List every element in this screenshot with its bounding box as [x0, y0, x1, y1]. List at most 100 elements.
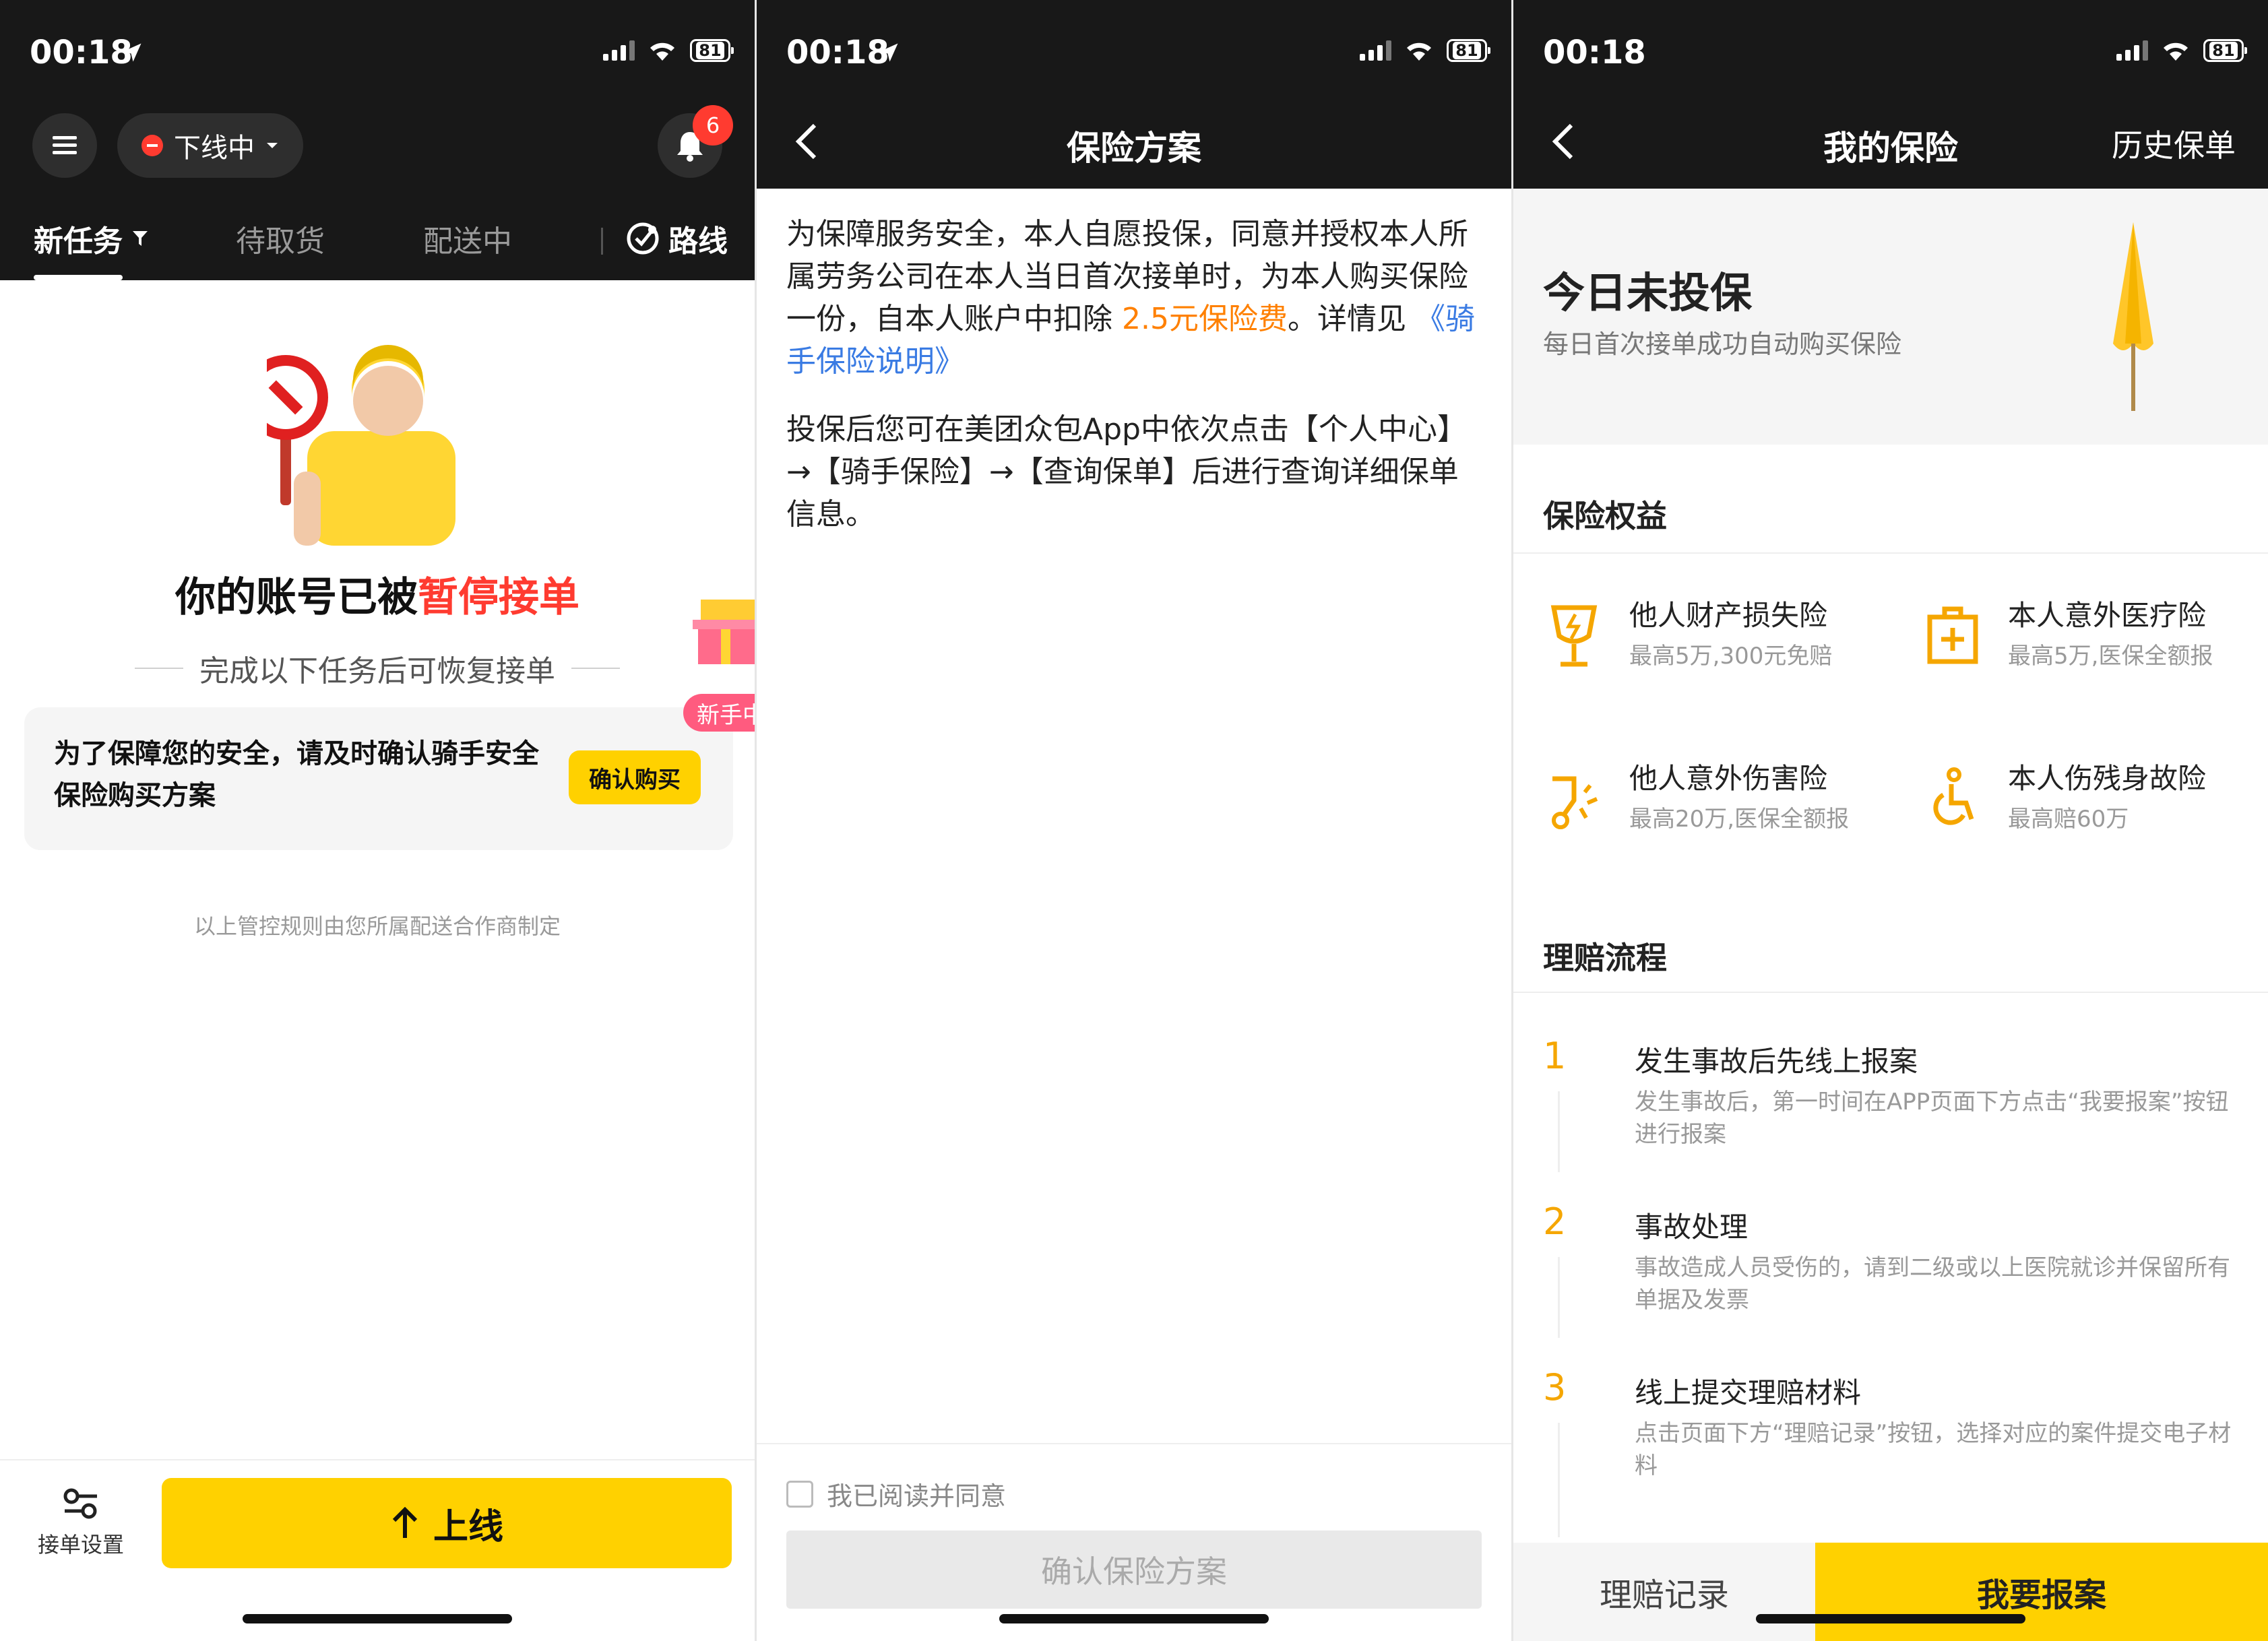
screen-insurance-plan: 00:18 81 保险方案 为保障服务安全，本人自愿投保，同意并授权本人所属劳务…: [757, 0, 1511, 1641]
my-insurance-footer: 理赔记录 我要报案: [1513, 1543, 2268, 1641]
order-settings-label: 接单设置: [37, 1532, 124, 1557]
terms-paragraph-2: 投保后您可在美团众包App中依次点击【个人中心】→【骑手保险】→【查询保单】后进…: [786, 412, 1467, 532]
battery-icon: 81: [690, 39, 734, 62]
tab-pending-pickup[interactable]: 待取货: [236, 217, 325, 260]
suspended-rider-illustration: [267, 345, 455, 546]
status-time: 00:18: [786, 34, 889, 71]
insurance-status-subtitle: 每日首次接单成功自动购买保险: [1543, 329, 1902, 359]
step-desc: 点击页面下方“理赔记录”按钮，选择对应的案件提交电子材料: [1635, 1420, 2232, 1479]
active-tab-indicator: [34, 275, 123, 280]
benefit-title: 他人意外伤害险: [1629, 762, 1828, 795]
benefit-third-party-injury: 他人意外伤害险 最高20万,医保全额报: [1547, 756, 1897, 850]
injury-icon: [1552, 776, 1598, 829]
newbie-gift-label: 新手中: [683, 694, 755, 732]
terms-text-2: 。详情见: [1287, 302, 1416, 336]
agree-label: 我已阅读并同意: [827, 1481, 1007, 1511]
go-online-label: 上线: [433, 1506, 503, 1547]
screen-my-insurance: 00:18 81 我的保险 历史保单 今日未投保 每日首次接单成功自动购买保险 …: [1513, 0, 2268, 1641]
report-claim-button[interactable]: 我要报案: [1815, 1543, 2268, 1641]
step-number: 1: [1543, 1035, 1567, 1077]
benefit-desc: 最高20万,医保全额报: [1629, 806, 1850, 833]
step-number: 3: [1543, 1366, 1567, 1409]
wifi-icon: [1407, 42, 1431, 61]
filter-icon: [133, 231, 148, 246]
insurance-terms: 为保障服务安全，本人自愿投保，同意并授权本人所属劳务公司在本人当日首次接单时，为…: [786, 213, 1482, 561]
tab-new-tasks-label: 新任务: [34, 224, 123, 259]
insurance-task-card: 为了保障您的安全，请及时确认骑手安全保险购买方案 确认购买: [24, 707, 733, 850]
benefit-desc: 最高5万,医保全额报: [2008, 643, 2213, 670]
signal-icon: [1360, 40, 1391, 61]
arrow-up-icon: [392, 1507, 418, 1538]
newbie-gift-widget[interactable]: 新手中: [674, 593, 755, 734]
chevron-down-icon: [267, 143, 278, 148]
suspension-subtitle: 完成以下任务后可恢复接单: [0, 647, 755, 690]
location-arrow-icon: [123, 43, 141, 62]
benefits-heading: 保险权益: [1543, 498, 1667, 534]
wheelchair-icon: [1933, 767, 1974, 825]
screen-tasks: 00:18 81 下线中 6 新任务 待取货 配送中 路线 你的账号已被暂停接单…: [0, 0, 755, 1641]
battery-icon: 81: [1447, 39, 1490, 62]
history-policies-link[interactable]: 历史保单: [2112, 121, 2236, 166]
confirm-plan-button[interactable]: 确认保险方案: [786, 1531, 1482, 1609]
route-label: 路线: [668, 224, 728, 259]
location-arrow-icon: [879, 43, 898, 62]
battery-icon: 81: [2203, 39, 2247, 62]
go-online-button[interactable]: 上线: [162, 1478, 732, 1568]
agree-checkbox[interactable]: [786, 1480, 813, 1508]
status-bar: 00:18 81: [757, 0, 1511, 108]
tab-new-tasks[interactable]: 新任务: [34, 217, 148, 260]
step-desc: 发生事故后，第一时间在APP页面下方点击“我要报案”按钮进行报案: [1635, 1089, 2229, 1148]
plan-header: 00:18 81 保险方案: [757, 0, 1511, 189]
plan-footer: 我已阅读并同意 确认保险方案: [757, 1443, 1511, 1641]
claims-divider: [1513, 992, 2268, 993]
insurance-task-text: 为了保障您的安全，请及时确认骑手安全保险购买方案: [54, 738, 539, 811]
status-time: 00:18: [30, 34, 133, 71]
home-indicator: [1756, 1614, 2025, 1623]
claims-record-button[interactable]: 理赔记录: [1513, 1543, 1815, 1641]
signal-icon: [2116, 40, 2148, 61]
step-title: 事故处理: [1635, 1211, 1749, 1244]
home-indicator: [243, 1614, 512, 1623]
status-time: 00:18: [1543, 34, 1646, 71]
wifi-icon: [2164, 42, 2188, 61]
offline-indicator-icon: [141, 135, 163, 156]
insurance-fee: 2.5元保险费: [1122, 302, 1288, 336]
menu-button[interactable]: [32, 113, 97, 178]
suspension-title-text: 你的账号已被: [175, 574, 418, 621]
suspension-subtitle-text: 完成以下任务后可恢复接单: [199, 654, 555, 688]
signal-icon: [603, 40, 635, 61]
page-title: 保险方案: [1067, 129, 1201, 168]
bottom-bar: 接单设置 上线: [0, 1459, 755, 1641]
agree-row[interactable]: 我已阅读并同意: [786, 1475, 1006, 1512]
suspension-title-highlight: 暂停接单: [418, 574, 579, 621]
tasks-header: 00:18 81 下线中 6 新任务 待取货 配送中 路线: [0, 0, 755, 280]
subtitle-divider-left: [135, 668, 183, 669]
tab-delivering[interactable]: 配送中: [423, 217, 512, 260]
insurance-status-title: 今日未投保: [1543, 268, 1753, 317]
gift-box-icon: [693, 600, 755, 664]
status-icons: 81: [603, 39, 734, 62]
home-indicator: [999, 1614, 1269, 1623]
benefit-property-loss: 他人财产损失险 最高5万,300元免赔: [1547, 593, 1897, 687]
route-button[interactable]: 路线: [625, 217, 728, 260]
online-status-dropdown[interactable]: 下线中: [117, 113, 303, 178]
wifi-icon: [650, 42, 674, 61]
notification-button[interactable]: 6: [658, 105, 733, 178]
cup-icon: [1550, 605, 1598, 667]
claims-heading: 理赔流程: [1543, 940, 1667, 976]
status-icons: 81: [1360, 39, 1490, 62]
order-settings-button[interactable]: 接单设置: [34, 1487, 128, 1559]
claim-step: 3 线上提交理赔材料 点击页面下方“理赔记录”按钮，选择对应的案件提交电子材料: [1543, 1366, 2238, 1514]
medical-kit-icon: [1927, 606, 1978, 664]
step-title: 线上提交理赔材料: [1635, 1376, 1862, 1409]
umbrella-icon: [2113, 222, 2153, 411]
confirm-purchase-button[interactable]: 确认购买: [569, 750, 701, 804]
subtitle-divider-right: [571, 668, 620, 669]
status-icons: 81: [2116, 39, 2247, 62]
step-title: 发生事故后先线上报案: [1635, 1045, 1918, 1078]
insurance-status-hero: 今日未投保 每日首次接单成功自动购买保险: [1513, 189, 2268, 445]
benefit-title: 他人财产损失险: [1629, 599, 1828, 632]
benefit-title: 本人伤残身故险: [2008, 762, 2207, 795]
claim-step: 2 事故处理 事故造成人员受伤的，请到二级或以上医院就诊并保留所有单据及发票: [1543, 1200, 2238, 1349]
my-insurance-header: 00:18 81 我的保险 历史保单: [1513, 0, 2268, 189]
